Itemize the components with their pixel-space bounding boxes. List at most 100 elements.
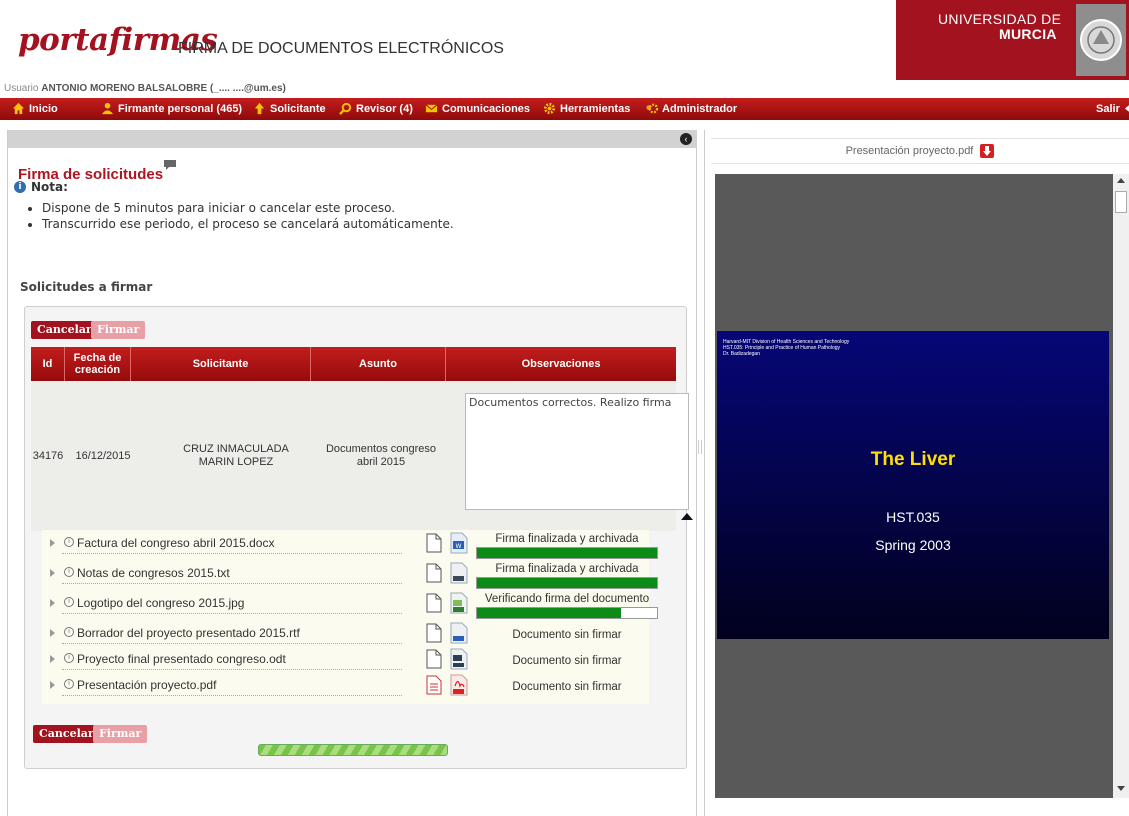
nav-administrador[interactable]: Administrador <box>645 102 737 115</box>
info-icon[interactable]: i <box>64 627 74 637</box>
info-icon[interactable]: i <box>64 679 74 689</box>
cancel-button[interactable]: Cancelar <box>31 321 98 339</box>
download-icon[interactable] <box>980 144 995 159</box>
list-item[interactable]: i Proyecto final presentado congreso.odt… <box>42 648 649 674</box>
note-item: Dispone de 5 minutos para iniciar o canc… <box>42 200 454 216</box>
nav-herramientas-label: Herramientas <box>560 102 631 115</box>
col-header-id[interactable]: Id <box>31 347 65 381</box>
panel-toolbar: ‹ <box>8 130 697 148</box>
document-name[interactable]: Proyecto final presentado congreso.odt <box>77 652 286 666</box>
nav-comunicaciones-label: Comunicaciones <box>442 102 531 115</box>
page-icon[interactable] <box>426 533 442 553</box>
person-icon <box>101 102 114 115</box>
scroll-up-icon[interactable] <box>1117 178 1125 183</box>
university-brand[interactable]: UNIVERSIDAD DE MURCIA <box>896 0 1129 80</box>
expand-icon[interactable] <box>50 655 55 663</box>
list-item[interactable]: i Notas de congresos 2015.txt Firma fina… <box>42 562 658 589</box>
nav-administrador-label: Administrador <box>662 102 738 115</box>
nav-revisor-label: Revisor (4) <box>356 102 413 115</box>
nav-firmante-label: Firmante personal (465) <box>118 102 243 115</box>
observations-textarea[interactable]: Documentos correctos. Realizo firma <box>465 393 689 510</box>
progress-fill <box>477 548 657 558</box>
row-divider <box>62 583 402 584</box>
cancel-button-bottom[interactable]: Cancelar <box>33 725 100 743</box>
cell-subject: Documentos congreso abril 2015 <box>325 443 437 468</box>
odt-file-icon <box>450 648 468 670</box>
document-name[interactable]: Logotipo del congreso 2015.jpg <box>77 596 244 610</box>
info-icon[interactable]: i <box>64 653 74 663</box>
logout-icon <box>1124 105 1129 112</box>
info-icon: i <box>14 181 26 193</box>
university-name-line2: MURCIA <box>999 26 1057 42</box>
row-divider <box>62 553 402 554</box>
sign-button-bottom: Firmar <box>93 725 148 743</box>
pdf-canvas[interactable]: Harvard-MIT Division of Health Sciences … <box>715 174 1113 798</box>
list-item[interactable]: i Logotipo del congreso 2015.jpg Verific… <box>42 592 658 619</box>
info-icon[interactable]: i <box>64 597 74 607</box>
list-item[interactable]: i Factura del congreso abril 2015.docx W… <box>42 532 658 559</box>
col-header-subject[interactable]: Asunto <box>311 347 446 381</box>
document-progress-bar <box>476 577 658 589</box>
gear-icon <box>543 102 556 115</box>
pdf-page-icon[interactable] <box>426 675 442 695</box>
col-header-observations[interactable]: Observaciones <box>446 347 676 381</box>
document-name[interactable]: Borrador del proyecto presentado 2015.rt… <box>77 626 300 640</box>
list-item[interactable]: i Borrador del proyecto presentado 2015.… <box>42 622 649 648</box>
expand-icon[interactable] <box>50 539 55 547</box>
panel-resize-handle[interactable] <box>698 440 702 454</box>
svg-text:W: W <box>456 543 462 550</box>
col-header-requester[interactable]: Solicitante <box>131 347 311 381</box>
cell-requester: CRUZ INMACULADA MARIN LOPEZ <box>183 443 289 468</box>
collapse-panel-icon[interactable]: ‹ <box>680 133 692 145</box>
list-item[interactable]: i Presentación proyecto.pdf Documento si… <box>42 674 649 700</box>
expand-icon[interactable] <box>50 681 55 689</box>
info-icon[interactable]: i <box>64 567 74 577</box>
home-icon <box>12 102 25 115</box>
expand-icon[interactable] <box>50 569 55 577</box>
app-subtitle: FIRMA DE DOCUMENTOS ELECTRÓNICOS <box>178 40 504 57</box>
rtf-file-icon <box>450 622 468 644</box>
scroll-thumb[interactable] <box>1115 191 1127 213</box>
document-name[interactable]: Notas de congresos 2015.txt <box>77 566 230 580</box>
table-header: Id Fecha de creación Solicitante Asunto … <box>31 347 676 381</box>
nav-comunicaciones[interactable]: Comunicaciones <box>425 102 530 115</box>
nav-solicitante[interactable]: Solicitante <box>253 102 326 115</box>
document-name[interactable]: Factura del congreso abril 2015.docx <box>77 536 274 550</box>
document-name[interactable]: Presentación proyecto.pdf <box>77 678 216 692</box>
logout-button[interactable]: Salir <box>1096 102 1129 115</box>
requests-heading: Solicitudes a firmar <box>20 280 153 294</box>
slide-header-text: Harvard-MIT Division of Health Sciences … <box>723 339 850 357</box>
collapse-row-arrow-icon[interactable] <box>681 513 693 520</box>
page-icon[interactable] <box>426 623 442 643</box>
process-progress-bar <box>258 744 448 756</box>
nav-inicio-label: Inicio <box>29 102 58 115</box>
documents-list: i Factura del congreso abril 2015.docx W… <box>42 530 658 704</box>
page-icon[interactable] <box>426 593 442 613</box>
signing-panel: ‹ Firma de solicitudes i Nota: Dispone d… <box>7 130 697 816</box>
word-file-icon: W <box>450 532 468 554</box>
nav-inicio[interactable]: Inicio <box>12 102 58 115</box>
scroll-down-icon[interactable] <box>1117 786 1125 791</box>
viewer-scrollbar[interactable] <box>1113 174 1129 798</box>
comment-icon[interactable] <box>164 160 176 171</box>
app-header: portafirmas FIRMA DE DOCUMENTOS ELECTRÓN… <box>0 0 1129 82</box>
table-row[interactable]: 34176 16/12/2015 CRUZ INMACULADA MARIN L… <box>31 381 693 531</box>
envelope-icon <box>425 104 438 113</box>
note-list: Dispone de 5 minutos para iniciar o canc… <box>14 200 454 232</box>
info-icon[interactable]: i <box>64 537 74 547</box>
document-progress-bar <box>476 547 658 559</box>
pdf-page: Harvard-MIT Division of Health Sciences … <box>717 331 1109 639</box>
page-icon[interactable] <box>426 649 442 669</box>
page-icon[interactable] <box>426 563 442 583</box>
document-status: Documento sin firmar <box>512 629 622 641</box>
note-label: Nota: <box>31 180 68 194</box>
viewer-titlebar: Presentación proyecto.pdf <box>711 138 1129 164</box>
admin-gear-icon <box>646 103 658 114</box>
expand-icon[interactable] <box>50 599 55 607</box>
note-item: Transcurrido ese periodo, el proceso se … <box>42 216 454 232</box>
nav-revisor[interactable]: Revisor (4) <box>339 102 413 115</box>
nav-herramientas[interactable]: Herramientas <box>543 102 630 115</box>
col-header-date[interactable]: Fecha de creación <box>65 347 131 381</box>
nav-firmante-personal[interactable]: Firmante personal (465) <box>101 102 242 115</box>
expand-icon[interactable] <box>50 629 55 637</box>
